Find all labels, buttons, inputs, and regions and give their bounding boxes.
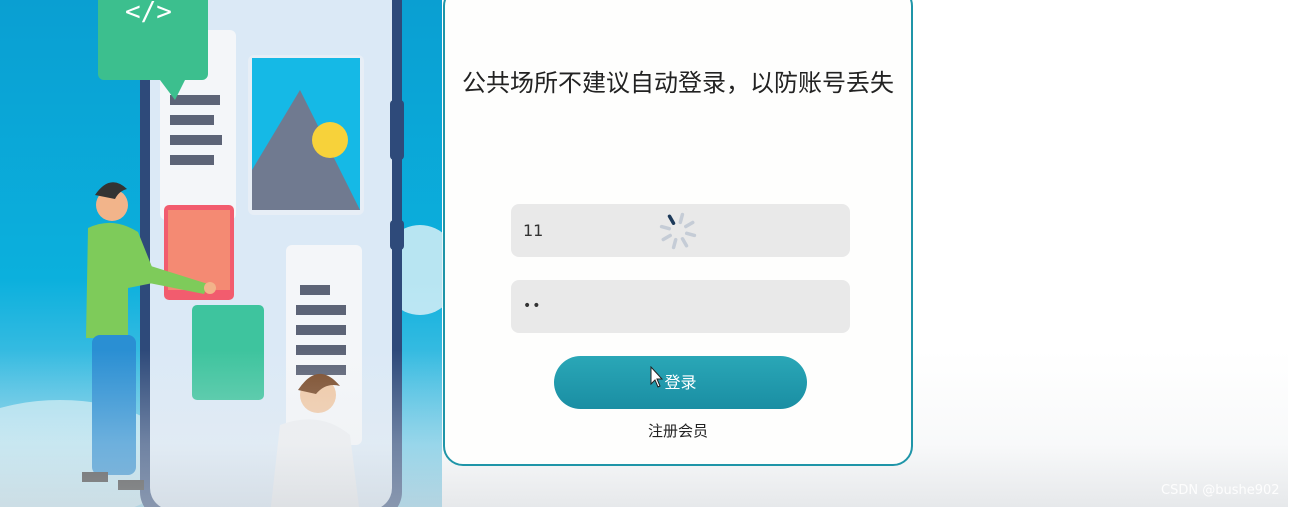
login-notice: 公共场所不建议自动登录，以防账号丢失 (462, 69, 894, 97)
watermark: CSDN @bushe902 (1161, 483, 1280, 498)
password-input[interactable]: •• (511, 280, 850, 333)
mouse-pointer-icon (650, 366, 664, 388)
login-button[interactable]: 登录 (554, 356, 807, 409)
login-card: 公共场所不建议自动登录，以防账号丢失 11 •• 登录 注册会员 (443, 0, 913, 466)
svg-text:</>: </> (125, 0, 172, 27)
loading-spinner-icon (659, 212, 697, 250)
register-link[interactable]: 注册会员 (445, 420, 911, 441)
